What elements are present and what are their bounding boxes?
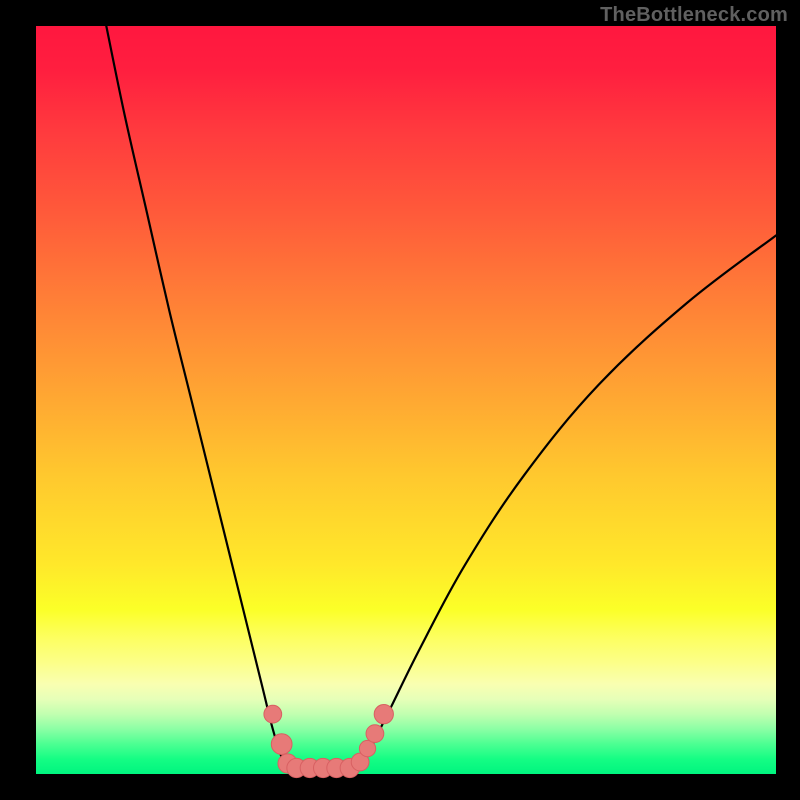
trough-marker (271, 734, 292, 755)
curve-curve-right (356, 235, 776, 768)
curve-group (106, 26, 776, 768)
trough-marker (374, 705, 393, 724)
curve-curve-left (106, 26, 290, 768)
marker-group (264, 705, 394, 778)
chart-overlay (36, 26, 776, 774)
trough-marker (264, 705, 282, 723)
watermark-label: TheBottleneck.com (600, 4, 788, 27)
chart-frame: TheBottleneck.com (0, 0, 800, 800)
trough-marker (359, 740, 375, 756)
trough-marker (366, 725, 384, 743)
